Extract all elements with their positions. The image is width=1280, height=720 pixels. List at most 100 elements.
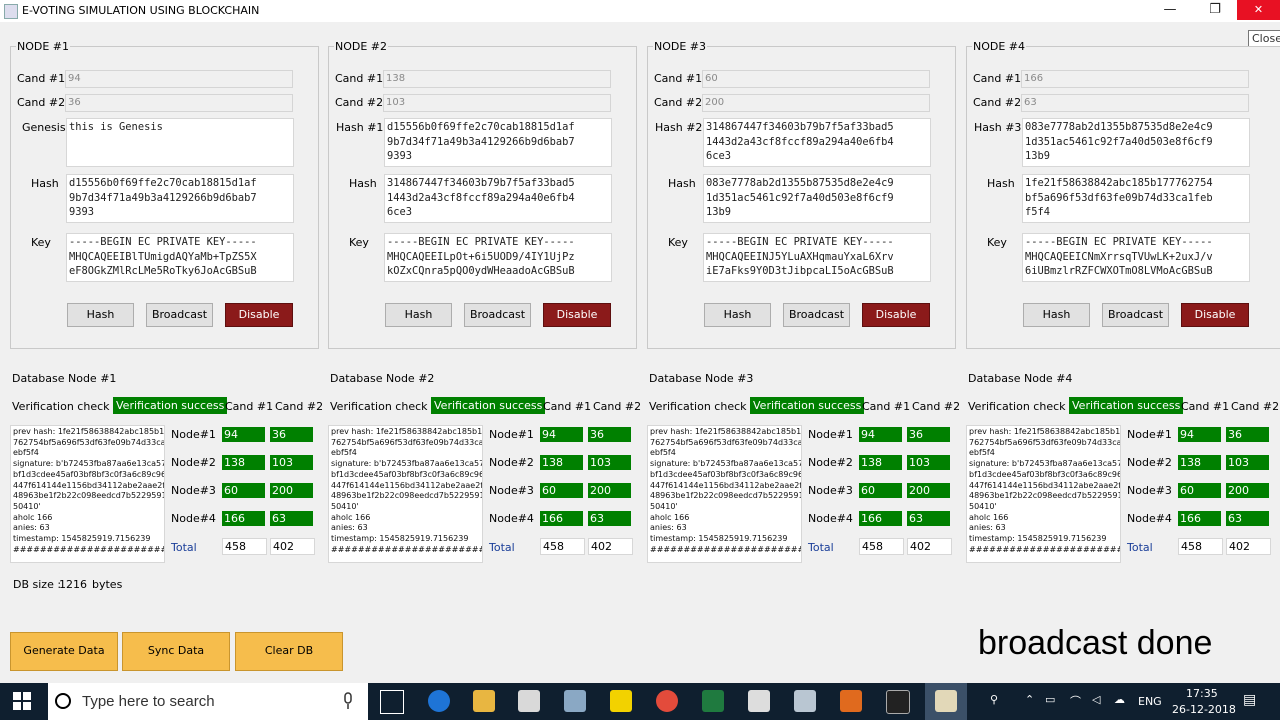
- broadcast-button[interactable]: Broadcast: [783, 303, 850, 327]
- sync-data-button[interactable]: Sync Data: [122, 632, 230, 671]
- clock-date[interactable]: 26-12-2018: [1172, 703, 1236, 716]
- node-row-label: Node#1: [171, 428, 216, 441]
- close-button[interactable]: ✕: [1237, 0, 1280, 20]
- cand1-column-header: Cand #1: [225, 400, 274, 413]
- cand2-count-cell: 103: [1226, 455, 1269, 470]
- total-label: Total: [171, 541, 197, 554]
- cand2-label: Cand #2: [335, 96, 384, 109]
- cand1-count-cell: 138: [1178, 455, 1221, 470]
- private-key-text[interactable]: -----BEGIN EC PRIVATE KEY----- MHQCAQEEI…: [703, 233, 931, 282]
- cand1-label: Cand #1: [654, 72, 703, 85]
- sticky-notes-icon[interactable]: [610, 690, 632, 712]
- minimize-button[interactable]: —: [1147, 0, 1193, 22]
- cand2-count-cell: 200: [588, 483, 631, 498]
- cand1-field[interactable]: 166: [1021, 70, 1249, 88]
- k7-app-icon[interactable]: [748, 690, 770, 712]
- hash-text[interactable]: 1fe21f58638842abc185b177762754 bf5a696f5…: [1022, 174, 1250, 223]
- cand2-total-field[interactable]: 402: [588, 538, 633, 555]
- cand1-total-field[interactable]: 458: [1178, 538, 1223, 555]
- cand1-count-cell: 166: [1178, 511, 1221, 526]
- blockchain-log-text[interactable]: prev hash: 1fe21f58638842abc185b177 7627…: [647, 425, 802, 563]
- hash-button[interactable]: Hash: [704, 303, 771, 327]
- document-app-icon[interactable]: [794, 690, 816, 712]
- hash-text[interactable]: d15556b0f69ffe2c70cab18815d1af 9b7d34f71…: [66, 174, 294, 223]
- cand2-total-field[interactable]: 402: [270, 538, 315, 555]
- node-row-label: Node#3: [808, 484, 853, 497]
- cand1-field[interactable]: 138: [383, 70, 611, 88]
- blockchain-log-text[interactable]: prev hash: 1fe21f58638842abc185b177 7627…: [966, 425, 1121, 563]
- broadcast-button[interactable]: Broadcast: [1102, 303, 1169, 327]
- broadcast-button[interactable]: Broadcast: [146, 303, 213, 327]
- cand1-field[interactable]: 60: [702, 70, 930, 88]
- verification-check-label: Verification check :: [12, 400, 117, 413]
- generate-data-button[interactable]: Generate Data: [10, 632, 118, 671]
- clock-time[interactable]: 17:35: [1186, 687, 1218, 700]
- broadcast-button[interactable]: Broadcast: [464, 303, 531, 327]
- task-view-icon[interactable]: [380, 690, 404, 714]
- network-app-icon[interactable]: [564, 690, 586, 712]
- previous-hash-text[interactable]: 314867447f34603b79b7f5af33bad5 1443d2a43…: [703, 118, 931, 167]
- hash-button[interactable]: Hash: [385, 303, 452, 327]
- language-indicator[interactable]: ENG: [1138, 695, 1162, 708]
- windows-start-icon[interactable]: [12, 691, 32, 711]
- terminal-icon[interactable]: [886, 690, 910, 714]
- hash-text[interactable]: 083e7778ab2d1355b87535d8e2e4c9 1d351ac54…: [703, 174, 931, 223]
- blockchain-log-text[interactable]: prev hash: 1fe21f58638842abc185b177 7627…: [328, 425, 483, 563]
- previous-hash-text[interactable]: 083e7778ab2d1355b87535d8e2e4c9 1d351ac54…: [1022, 118, 1250, 167]
- excel-icon[interactable]: [702, 690, 724, 712]
- cand2-field[interactable]: 103: [383, 94, 611, 112]
- cand2-total-field[interactable]: 402: [1226, 538, 1271, 555]
- disable-button[interactable]: Disable: [225, 303, 293, 327]
- matlab-icon[interactable]: [840, 690, 862, 712]
- verification-check-label: Verification check :: [649, 400, 754, 413]
- notification-icon[interactable]: ▤: [1243, 692, 1256, 708]
- cand1-count-cell: 138: [540, 455, 583, 470]
- microphone-icon[interactable]: [342, 692, 354, 710]
- people-icon[interactable]: ⚲: [990, 693, 998, 706]
- cand2-field[interactable]: 200: [702, 94, 930, 112]
- file-explorer-icon[interactable]: [473, 690, 495, 712]
- cand1-total-field[interactable]: 458: [540, 538, 585, 555]
- onedrive-icon[interactable]: ☁: [1114, 693, 1125, 706]
- node-row-label: Node#3: [489, 484, 534, 497]
- disable-button[interactable]: Disable: [862, 303, 930, 327]
- cand2-total-field[interactable]: 402: [907, 538, 952, 555]
- volume-icon[interactable]: ◁: [1092, 693, 1100, 706]
- previous-hash-text[interactable]: this is Genesis: [66, 118, 294, 167]
- hash-button[interactable]: Hash: [1023, 303, 1090, 327]
- python-app-icon[interactable]: [935, 690, 957, 712]
- cand1-total-field[interactable]: 458: [222, 538, 267, 555]
- cand1-count-cell: 94: [1178, 427, 1221, 442]
- previous-hash-text[interactable]: d15556b0f69ffe2c70cab18815d1af 9b7d34f71…: [384, 118, 612, 167]
- db-size-unit: bytes: [92, 578, 123, 591]
- wifi-icon[interactable]: ⌒: [1070, 693, 1081, 709]
- database-node-title: Database Node #2: [330, 372, 435, 385]
- private-key-text[interactable]: -----BEGIN EC PRIVATE KEY----- MHQCAQEEI…: [66, 233, 294, 282]
- database-node-title: Database Node #1: [12, 372, 117, 385]
- cand2-field[interactable]: 36: [65, 94, 293, 112]
- photos-app-icon[interactable]: [518, 690, 540, 712]
- previous-hash-label: Hash #3: [974, 121, 1022, 134]
- cand1-field[interactable]: 94: [65, 70, 293, 88]
- blockchain-log-text[interactable]: prev hash: 1fe21f58638842abc185b177 7627…: [10, 425, 165, 563]
- hash-label: Hash: [987, 177, 1015, 190]
- cand2-field[interactable]: 63: [1021, 94, 1249, 112]
- chrome-icon[interactable]: [656, 690, 678, 712]
- edge-browser-icon[interactable]: [428, 690, 450, 712]
- hash-button[interactable]: Hash: [67, 303, 134, 327]
- node-panel-4: NODE #4 Cand #1 166 Cand #2 63 Hash #3 083e777…: [966, 40, 1280, 349]
- maximize-button[interactable]: ❐: [1192, 0, 1238, 22]
- private-key-text[interactable]: -----BEGIN EC PRIVATE KEY----- MHQCAQEEI…: [1022, 233, 1250, 282]
- hash-text[interactable]: 314867447f34603b79b7f5af33bad5 1443d2a43…: [384, 174, 612, 223]
- cand2-count-cell: 103: [588, 455, 631, 470]
- key-label: Key: [668, 236, 688, 249]
- private-key-text[interactable]: -----BEGIN EC PRIVATE KEY----- MHQCAQEEI…: [384, 233, 612, 282]
- cand1-total-field[interactable]: 458: [859, 538, 904, 555]
- search-icon: [54, 692, 72, 710]
- tray-chevron-icon[interactable]: ⌃: [1025, 693, 1034, 706]
- disable-button[interactable]: Disable: [543, 303, 611, 327]
- cand1-count-cell: 166: [859, 511, 902, 526]
- clear-db-button[interactable]: Clear DB: [235, 632, 343, 671]
- disable-button[interactable]: Disable: [1181, 303, 1249, 327]
- cand2-column-header: Cand #2: [275, 400, 324, 413]
